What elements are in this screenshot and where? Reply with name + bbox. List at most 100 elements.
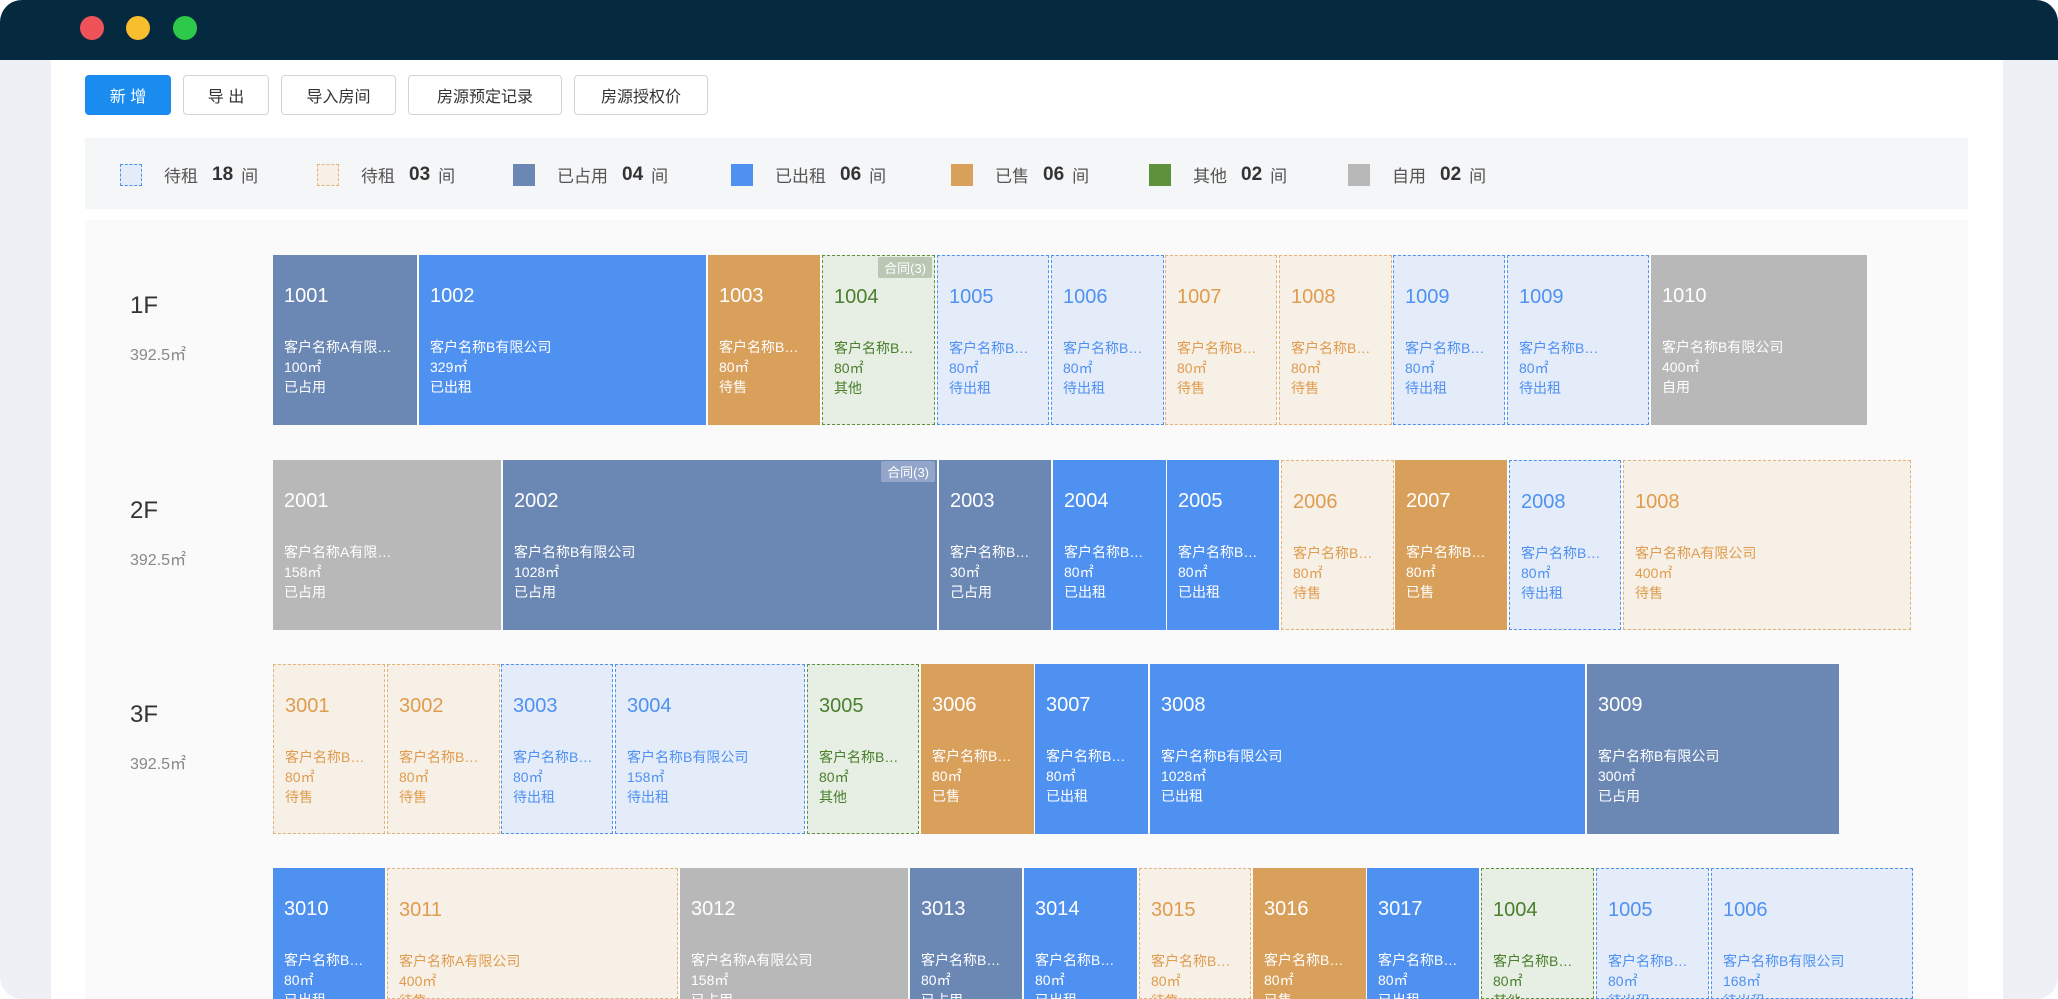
authorized-price-button[interactable]: 房源授权价	[574, 75, 708, 115]
room-card[interactable]: 3012 客户名称A有限公司 158㎡已占用	[680, 868, 908, 999]
room-area: 80㎡	[513, 769, 543, 785]
room-card[interactable]: 3009 客户名称B有限公司 300㎡ 已占用	[1587, 664, 1839, 834]
room-area: 80㎡	[1406, 564, 1436, 580]
room-card[interactable]: 2003 客户名称B… 30㎡ 己占用	[939, 460, 1051, 630]
room-customer: 客户名称B…	[950, 544, 1030, 560]
import-rooms-button[interactable]: 导入房间	[281, 75, 396, 115]
room-customer: 客户名称B…	[834, 340, 914, 356]
room-area: 80㎡	[819, 769, 849, 785]
room-area: 400㎡	[1662, 359, 1700, 375]
room-status: 其他	[819, 789, 847, 805]
room-area: 80㎡	[1178, 564, 1208, 580]
room-area: 400㎡	[399, 973, 437, 989]
floor-area: 392.5㎡	[130, 552, 187, 569]
add-button[interactable]: 新 增	[85, 75, 171, 115]
room-customer: 客户名称B…	[284, 952, 364, 968]
room-customer: 客户名称B…	[719, 339, 799, 355]
room-card[interactable]: 1005 客户名称B… 80㎡待出租	[937, 255, 1049, 425]
room-status: 待出租	[1405, 380, 1447, 396]
room-card[interactable]: 3006 客户名称B… 80㎡ 已售	[921, 664, 1034, 834]
room-area: 1028㎡	[514, 564, 560, 580]
room-card[interactable]: 1004 客户名称B… 80㎡其他	[1481, 868, 1594, 999]
room-card[interactable]: 3010 客户名称B… 80㎡已出租	[273, 868, 385, 999]
contract-badge[interactable]: 合同(3)	[878, 257, 932, 278]
room-card[interactable]: 2008 客户名称B… 80㎡ 待出租	[1509, 460, 1621, 630]
room-card[interactable]: 2006 客户名称B… 80㎡ 待售	[1281, 460, 1394, 630]
room-number: 2005	[1178, 490, 1223, 512]
room-card[interactable]: 1002 客户名称B有限公司 329㎡ 已出租	[419, 255, 706, 425]
room-customer: 客户名称B有限公司	[430, 339, 552, 355]
room-card[interactable]: 1008 客户名称A有限公司 400㎡ 待售	[1623, 460, 1911, 630]
close-window-button[interactable]	[80, 16, 104, 40]
room-status: 待售	[1291, 380, 1319, 396]
legend-item-rented: 已出租 06 间	[731, 162, 886, 187]
room-card[interactable]: 3001 客户名称B… 80㎡ 待售	[273, 664, 385, 834]
legend-unit: 间	[241, 167, 259, 186]
room-card[interactable]: 1008 客户名称B… 80㎡ 待售	[1279, 255, 1392, 425]
room-number: 1004	[834, 286, 879, 308]
room-status: 已占用	[284, 379, 326, 395]
room-card[interactable]: 2001 客户名称A有限… 158㎡ 已占用	[273, 460, 501, 630]
room-area: 168㎡	[1723, 973, 1761, 989]
room-card[interactable]: 2005 客户名称B… 80㎡ 已出租	[1167, 460, 1279, 630]
legend-swatch	[513, 163, 535, 186]
floor-area: 392.5㎡	[130, 756, 187, 773]
maximize-window-button[interactable]	[173, 16, 197, 40]
room-card[interactable]: 1009 客户名称B… 80㎡ 待出租	[1393, 255, 1505, 425]
status-legend: 待租 18 间 待租 03 间 已占用 04 间 已出租 06 间 已售 06 间 其他 02 间 自用 02 间	[85, 138, 1968, 209]
room-card[interactable]: 3013 客户名称B… 80㎡已占用	[910, 868, 1022, 999]
room-card[interactable]: 3007 客户名称B… 80㎡ 已出租	[1035, 664, 1148, 834]
room-card[interactable]: 1009 客户名称B… 80㎡ 待出租	[1507, 255, 1649, 425]
room-number: 3017	[1378, 898, 1423, 920]
room-card[interactable]: 3015 客户名称B… 80㎡待售	[1139, 868, 1251, 999]
toolbar: 新 增 导 出 导入房间 房源预定记录 房源授权价	[85, 75, 708, 115]
room-number: 1002	[430, 285, 475, 307]
room-customer: 客户名称B…	[949, 340, 1029, 356]
room-number: 3007	[1046, 694, 1091, 716]
floor-label: 1F	[130, 292, 159, 319]
room-customer: 客户名称B…	[1378, 952, 1458, 968]
room-status: 待售	[399, 991, 427, 998]
room-area: 80㎡	[719, 359, 749, 375]
export-button[interactable]: 导 出	[183, 75, 269, 115]
legend-swatch	[120, 163, 142, 186]
minimize-window-button[interactable]	[126, 16, 150, 40]
room-status: 待售	[1635, 585, 1663, 601]
title-bar	[0, 0, 2058, 60]
room-card[interactable]: 2007 客户名称B… 80㎡ 已售	[1395, 460, 1507, 630]
room-card[interactable]: 3003 客户名称B… 80㎡ 待出租	[501, 664, 613, 834]
room-card[interactable]: 1010 客户名称B有限公司 400㎡ 自用	[1651, 255, 1867, 425]
room-card[interactable]: 3008 客户名称B有限公司 1028㎡ 已出租	[1150, 664, 1585, 834]
room-card[interactable]: 1005 客户名称B… 80㎡待出租	[1596, 868, 1709, 999]
room-card[interactable]: 1004 客户名称B… 80㎡ 其他 合同(3)	[822, 255, 935, 425]
room-card[interactable]: 1003 客户名称B… 80㎡ 待售	[708, 255, 820, 425]
room-card[interactable]: 2002 客户名称B有限公司 1028㎡ 已占用 合同(3)	[503, 460, 937, 630]
legend-item-sold: 已售 06 间	[951, 162, 1089, 187]
legend-item-tr: 待租 18 间	[120, 162, 258, 187]
room-customer: 客户名称B…	[1521, 545, 1601, 561]
room-card[interactable]: 3011 客户名称A有限公司 400㎡待售	[387, 868, 678, 999]
room-number: 3006	[932, 694, 977, 716]
room-card[interactable]: 3004 客户名称B有限公司 158㎡ 待出租	[615, 664, 805, 834]
room-card[interactable]: 3002 客户名称B… 80㎡ 待售	[387, 664, 500, 834]
room-customer: 客户名称B…	[1406, 544, 1486, 560]
booking-records-button[interactable]: 房源预定记录	[408, 75, 562, 115]
room-card[interactable]: 3016 客户名称B… 80㎡已售	[1253, 868, 1366, 999]
legend-unit: 间	[1270, 167, 1288, 186]
room-customer: 客户名称B有限公司	[1161, 748, 1283, 764]
room-customer: 客户名称B…	[513, 749, 593, 765]
room-number: 3005	[819, 695, 864, 717]
contract-badge[interactable]: 合同(3)	[881, 461, 935, 482]
room-card[interactable]: 1007 客户名称B… 80㎡ 待售	[1165, 255, 1277, 425]
room-card[interactable]: 3017 客户名称B… 80㎡已出租	[1367, 868, 1479, 999]
legend-unit: 间	[651, 167, 669, 186]
room-card[interactable]: 1001 客户名称A有限… 100㎡ 已占用	[273, 255, 417, 425]
room-customer: 客户名称B…	[1063, 340, 1143, 356]
room-card[interactable]: 1006 客户名称B有限公司 168㎡待出租	[1711, 868, 1913, 999]
room-number: 2001	[284, 490, 329, 512]
room-status: 已占用	[514, 584, 556, 600]
room-card[interactable]: 3005 客户名称B… 80㎡ 其他	[807, 664, 919, 834]
room-card[interactable]: 2004 客户名称B… 80㎡ 已出租	[1053, 460, 1166, 630]
room-card[interactable]: 3014 客户名称B… 80㎡已出租	[1024, 868, 1137, 999]
room-card[interactable]: 1006 客户名称B… 80㎡ 待出租	[1051, 255, 1164, 425]
